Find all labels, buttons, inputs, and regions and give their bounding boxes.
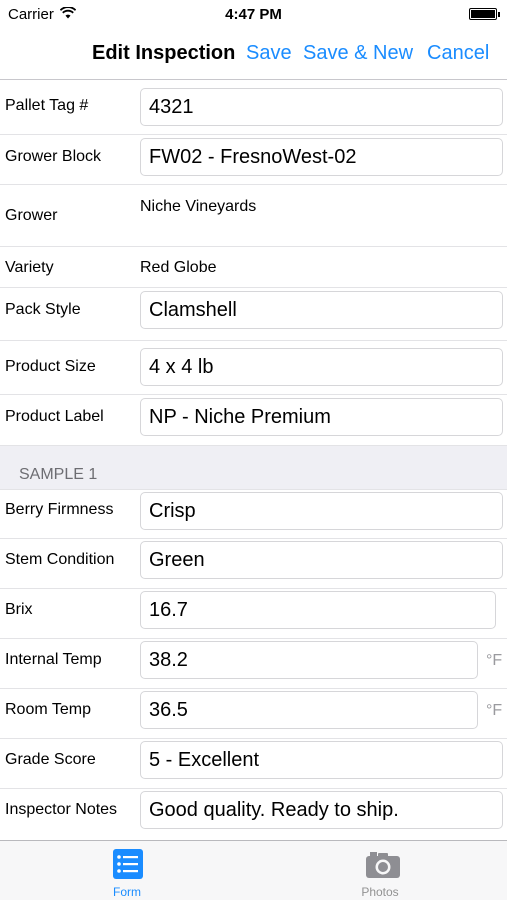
grade-score-label: Grade Score: [5, 751, 96, 768]
grade-score-input[interactable]: 5 - Excellent: [140, 741, 503, 779]
tab-form[interactable]: Form: [77, 841, 177, 900]
product-size-label: Product Size: [5, 358, 96, 375]
status-bar: Carrier 4:47 PM: [0, 0, 507, 28]
camera-icon: [365, 847, 400, 881]
list-icon: [112, 847, 144, 881]
product-label-row: Product Label NP - Niche Premium: [0, 395, 507, 446]
stem-condition-row: Stem Condition Green: [0, 539, 507, 589]
battery-icon: [469, 8, 500, 20]
product-label-label: Product Label: [5, 408, 104, 425]
cancel-button[interactable]: Cancel: [427, 42, 489, 65]
stem-condition-label: Stem Condition: [5, 551, 115, 568]
grower-label: Grower: [5, 207, 58, 224]
brix-row: Brix 16.7: [0, 589, 507, 639]
pack-style-row: Pack Style Clamshell: [0, 288, 507, 341]
pallet-tag-label: Pallet Tag #: [5, 97, 89, 114]
product-size-row: Product Size 4 x 4 lb: [0, 341, 507, 395]
room-temp-unit: °F: [486, 702, 503, 719]
inspector-notes-input[interactable]: Good quality. Ready to ship.: [140, 791, 503, 829]
variety-row: Variety Red Globe: [0, 247, 507, 288]
pack-style-label: Pack Style: [5, 301, 81, 318]
brix-input[interactable]: 16.7: [140, 591, 496, 629]
grower-block-input[interactable]: FW02 - FresnoWest-02: [140, 138, 503, 176]
grower-block-label: Grower Block: [5, 148, 102, 165]
inspector-notes-row: Inspector Notes Good quality. Ready to s…: [0, 789, 507, 840]
pallet-tag-input[interactable]: 4321: [140, 88, 503, 126]
internal-temp-input[interactable]: 38.2: [140, 641, 478, 679]
inspector-notes-label: Inspector Notes: [5, 801, 118, 818]
tab-photos-label: Photos: [361, 885, 399, 899]
grower-row: Grower Niche Vineyards: [0, 185, 507, 247]
internal-temp-unit: °F: [486, 652, 503, 669]
clock: 4:47 PM: [225, 6, 282, 23]
grower-block-row: Grower Block FW02 - FresnoWest-02: [0, 135, 507, 185]
brix-label: Brix: [5, 601, 33, 618]
product-size-input[interactable]: 4 x 4 lb: [140, 348, 503, 386]
tab-bar: Form Photos: [0, 840, 507, 900]
variety-value: Red Globe: [140, 259, 217, 276]
internal-temp-row: Internal Temp 38.2 °F: [0, 639, 507, 689]
variety-label: Variety: [5, 259, 54, 276]
product-label-input[interactable]: NP - Niche Premium: [140, 398, 503, 436]
tab-photos[interactable]: Photos: [330, 841, 430, 900]
stem-condition-input[interactable]: Green: [140, 541, 503, 579]
berry-firmness-label: Berry Firmness: [5, 501, 114, 518]
internal-temp-label: Internal Temp: [5, 651, 102, 668]
room-temp-row: Room Temp 36.5 °F: [0, 689, 507, 739]
page-title: Edit Inspection: [92, 42, 236, 64]
berry-firmness-input[interactable]: Crisp: [140, 492, 503, 530]
sample-header-label: SAMPLE 1: [19, 466, 98, 483]
pack-style-input[interactable]: Clamshell: [140, 291, 503, 329]
sample-section-header: SAMPLE 1: [0, 446, 507, 490]
room-temp-label: Room Temp: [5, 701, 91, 718]
navigation-bar: Edit Inspection Save Save & New Cancel: [0, 28, 507, 80]
pallet-tag-row: Pallet Tag # 4321: [0, 80, 507, 135]
save-button[interactable]: Save: [246, 42, 292, 65]
tab-form-label: Form: [113, 885, 141, 899]
grower-value: Niche Vineyards: [140, 198, 257, 215]
save-and-new-button[interactable]: Save & New: [303, 42, 413, 65]
grade-score-row: Grade Score 5 - Excellent: [0, 739, 507, 789]
berry-firmness-row: Berry Firmness Crisp: [0, 490, 507, 539]
room-temp-input[interactable]: 36.5: [140, 691, 478, 729]
